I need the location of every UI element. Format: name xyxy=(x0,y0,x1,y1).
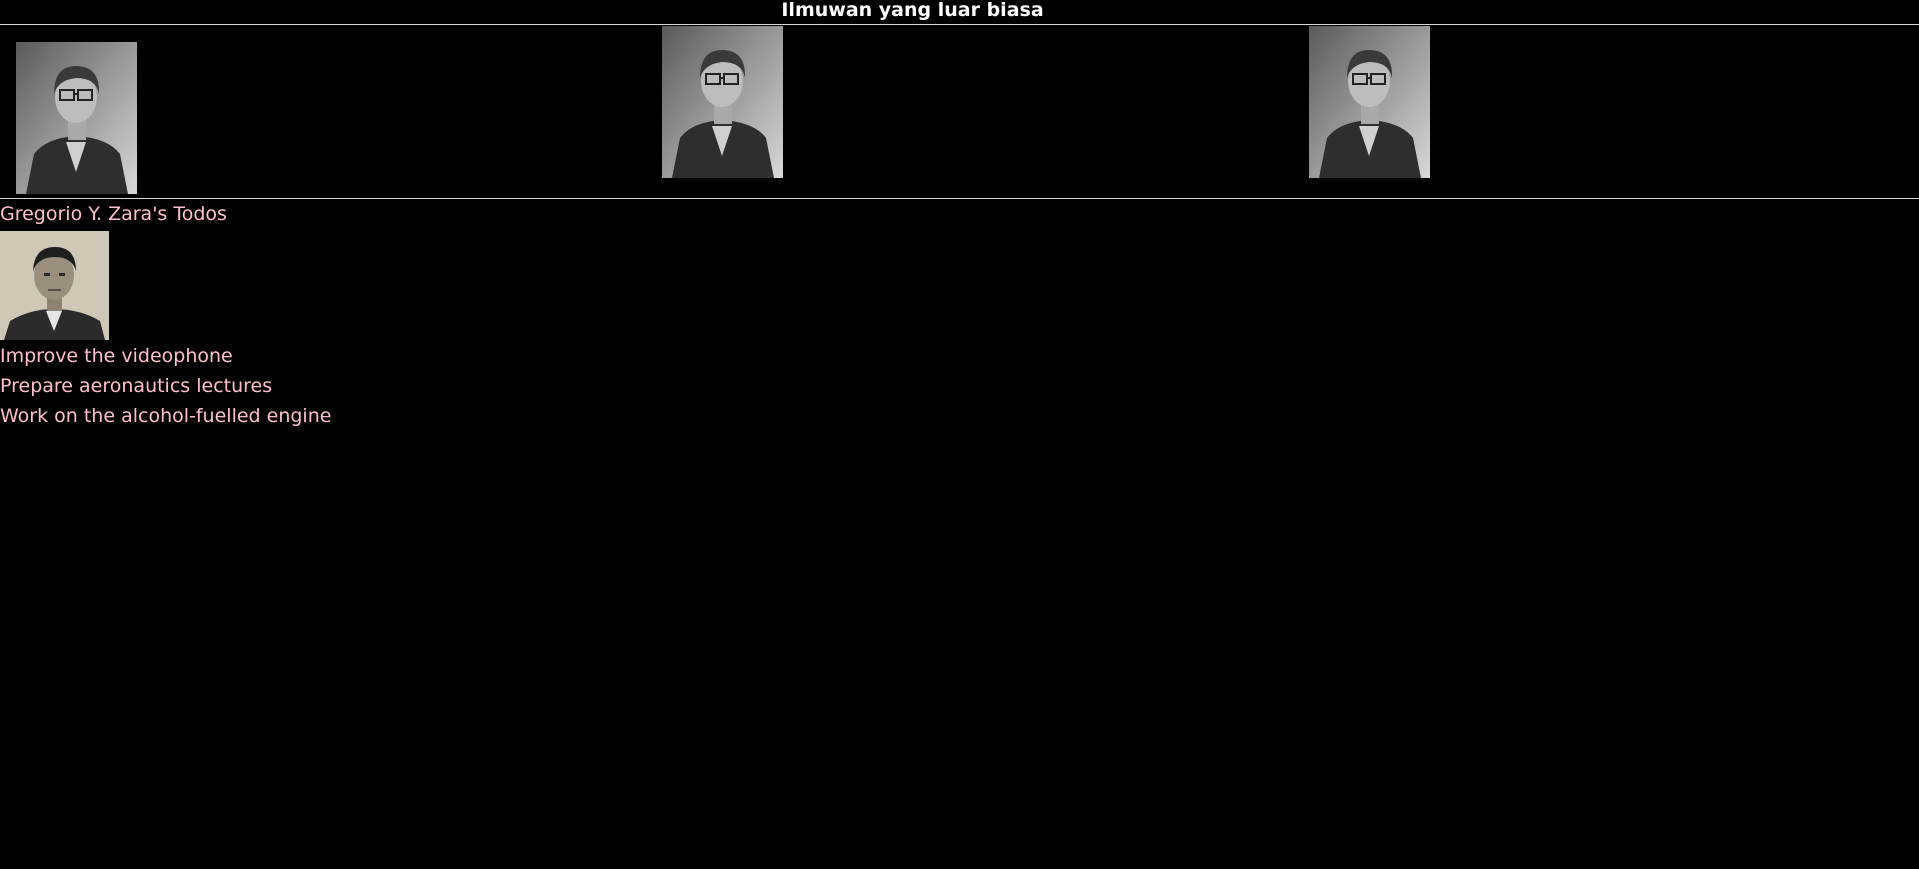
page: Ilmuwan yang luar biasa Gregorio Y. Zara… xyxy=(0,0,1919,869)
bottom-divider xyxy=(0,198,1919,199)
top-divider xyxy=(0,24,1919,25)
portrait-man-image xyxy=(0,231,109,340)
todo-item: Work on the alcohol-fuelled engine xyxy=(0,405,332,427)
todo-item: Prepare aeronautics lectures xyxy=(0,375,273,397)
portrait-woman-glasses-image xyxy=(16,42,137,194)
todo-list: Improve the videophone Prepare aeronauti… xyxy=(0,341,331,431)
todo-item: Improve the videophone xyxy=(0,345,233,367)
todo-section: Gregorio Y. Zara's Todos Improve the vid… xyxy=(0,202,331,431)
portrait-woman-glasses-image xyxy=(1309,26,1430,178)
todo-heading: Gregorio Y. Zara's Todos xyxy=(0,203,227,225)
page-title: Ilmuwan yang luar biasa xyxy=(781,0,1044,21)
portrait-woman-glasses-image xyxy=(662,26,783,178)
